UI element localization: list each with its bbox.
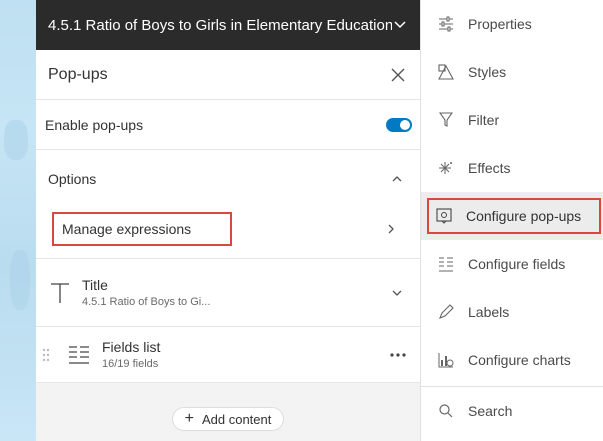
panel-header: Pop-ups: [36, 50, 420, 100]
fields-list-icon: [68, 345, 90, 365]
map-feature: [10, 250, 30, 310]
chevron-down-icon[interactable]: [392, 17, 408, 33]
label-icon: [437, 303, 455, 321]
rail-item-styles[interactable]: Styles: [421, 48, 603, 96]
rail-item-label: Configure pop-ups: [466, 208, 582, 224]
chevron-up-icon[interactable]: [392, 176, 402, 182]
options-section: Options Manage expressions: [36, 150, 420, 259]
manage-expressions-button[interactable]: Manage expressions: [52, 212, 232, 246]
add-content-label: Add content: [201, 411, 272, 427]
text-icon: [50, 282, 70, 304]
rail-item-label: Labels: [468, 304, 510, 320]
rail-item-label: Styles: [468, 64, 507, 80]
popup-panel: 4.5.1 Ratio of Boys to Girls in Elementa…: [36, 0, 420, 441]
rail-item-label: Filter: [468, 112, 500, 128]
rail-item-search[interactable]: Search: [421, 387, 603, 435]
options-header[interactable]: Options: [36, 150, 420, 208]
title-block[interactable]: Title 4.5.1 Ratio of Boys to Gi...: [36, 259, 420, 327]
rail-item-configure-charts[interactable]: Configure charts: [421, 336, 603, 384]
drag-handle-icon[interactable]: [42, 348, 50, 362]
toggle-knob: [400, 119, 410, 130]
rail-item-filter[interactable]: Filter: [421, 96, 603, 144]
rail-item-effects[interactable]: Effects: [421, 144, 603, 192]
fields-list-block[interactable]: Fields list 16/19 fields: [36, 327, 420, 383]
manage-expressions-row[interactable]: Manage expressions: [36, 208, 420, 250]
search-label: Search: [468, 403, 513, 419]
rail-item-configure-popups[interactable]: Configure pop-ups: [421, 192, 603, 240]
chevron-right-icon[interactable]: [388, 224, 394, 234]
fields-list-label: Fields list: [102, 339, 161, 355]
close-icon[interactable]: [388, 65, 408, 85]
title-block-subtitle: 4.5.1 Ratio of Boys to Gi...: [82, 296, 211, 308]
rail-item-properties[interactable]: Properties: [421, 0, 603, 48]
layer-title: 4.5.1 Ratio of Boys to Girls in Elementa…: [48, 16, 392, 34]
enable-popups-toggle[interactable]: [386, 117, 412, 132]
rail-item-configure-fields[interactable]: Configure fields: [421, 240, 603, 288]
filter-icon: [437, 111, 455, 129]
title-block-label: Title: [82, 277, 108, 293]
tool-rail: Properties Styles Filter Effects Configu…: [420, 0, 603, 441]
map-background[interactable]: [0, 0, 36, 441]
chevron-down-icon[interactable]: [392, 290, 402, 296]
charts-icon: [437, 351, 455, 369]
rail-item-label: Properties: [468, 16, 532, 32]
sliders-icon: [437, 15, 455, 33]
search-icon: [437, 402, 455, 420]
panel-title: Pop-ups: [48, 65, 108, 83]
effects-icon: [437, 159, 455, 177]
rail-item-labels[interactable]: Labels: [421, 288, 603, 336]
options-label: Options: [48, 171, 97, 187]
fields-list-subtitle: 16/19 fields: [102, 358, 159, 370]
panel-body: Enable pop-ups Options Manage expression…: [36, 100, 420, 441]
add-content-button[interactable]: + Add content: [171, 407, 285, 431]
layer-header[interactable]: 4.5.1 Ratio of Boys to Girls in Elementa…: [36, 0, 420, 50]
rail-item-label: Configure fields: [468, 256, 566, 272]
enable-popups-label: Enable pop-ups: [45, 116, 144, 133]
styles-icon: [437, 63, 455, 81]
rail-item-label: Configure charts: [468, 352, 571, 368]
enable-popups-row: Enable pop-ups: [36, 100, 420, 150]
rail-item-label: Effects: [468, 160, 511, 176]
map-feature: [4, 120, 28, 160]
popup-icon: [435, 207, 453, 225]
more-options-icon[interactable]: [390, 352, 406, 357]
plus-icon: +: [184, 410, 194, 427]
fields-icon: [437, 255, 455, 273]
